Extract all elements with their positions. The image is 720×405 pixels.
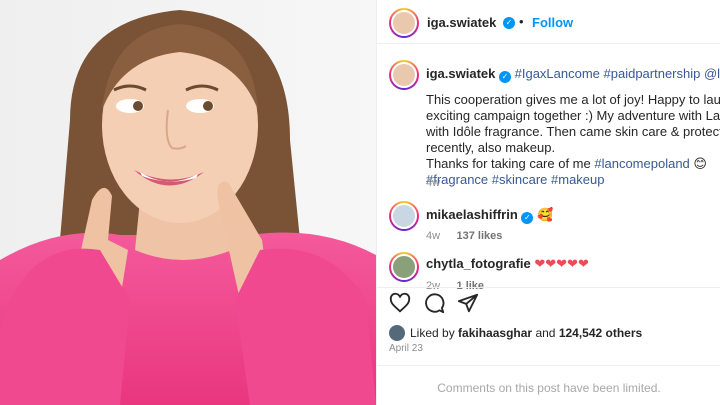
comment-text: ❤❤❤❤❤ xyxy=(534,256,589,271)
verified-badge-icon: ✓ xyxy=(503,17,515,29)
likes-count[interactable]: 124,542 others xyxy=(559,326,642,340)
post-image[interactable] xyxy=(0,0,376,405)
divider xyxy=(377,287,720,288)
post-details-panel: iga.swiatek ✓ • Follow iga.swiatek ✓ #Ig… xyxy=(376,0,720,405)
divider xyxy=(377,365,720,366)
comment-age[interactable]: 2w xyxy=(426,280,440,292)
caption-line: exciting campaign together :) My adventu… xyxy=(426,108,720,123)
author-username[interactable]: iga.swiatek xyxy=(427,15,496,30)
caption-line: recently, also makeup. xyxy=(426,140,556,155)
comment-icon[interactable] xyxy=(423,292,447,316)
comment-meta: 4w 137 likes xyxy=(426,226,502,244)
comment-likes[interactable]: 137 likes xyxy=(457,230,503,242)
caption-author-avatar[interactable] xyxy=(389,60,419,90)
heart-icon[interactable] xyxy=(389,292,413,316)
share-icon[interactable] xyxy=(457,292,481,316)
verified-badge-icon: ✓ xyxy=(499,71,511,83)
caption-header: iga.swiatek ✓ #IgaxLancome #paidpartners… xyxy=(426,66,720,83)
comment-username[interactable]: chytla_fotografie xyxy=(426,256,531,271)
caption-thanks-line: Thanks for taking care of me #lancomepol… xyxy=(426,156,720,172)
post-header: iga.swiatek ✓ • Follow xyxy=(377,0,720,44)
liker-username[interactable]: fakihaasghar xyxy=(458,326,532,340)
comments-limited-notice: Comments on this post have been limited. xyxy=(437,381,661,395)
comment-avatar[interactable] xyxy=(389,252,419,282)
comment-likes[interactable]: 1 like xyxy=(457,280,485,292)
liker-avatar[interactable] xyxy=(389,325,405,341)
caption-text: This cooperation gives me a lot of joy! … xyxy=(426,92,720,188)
comment-age[interactable]: 4w xyxy=(426,230,440,242)
author-avatar[interactable] xyxy=(389,8,419,38)
caption-line: with Idôle fragrance. Then came skin car… xyxy=(426,124,720,139)
hashtags-line[interactable]: #fragrance #skincare #makeup xyxy=(426,172,720,188)
likes-prefix: Liked by xyxy=(410,326,455,340)
post-date[interactable]: April 23 xyxy=(389,343,423,354)
thanks-text: Thanks for taking care of me xyxy=(426,156,591,171)
likes-summary: Liked by fakihaasghar and 124,542 others xyxy=(410,326,642,340)
caption-line: This cooperation gives me a lot of joy! … xyxy=(426,92,720,107)
verified-badge-icon: ✓ xyxy=(521,212,534,224)
comment-username[interactable]: mikaelashiffrin xyxy=(426,207,518,222)
follow-button[interactable]: Follow xyxy=(532,15,573,30)
separator-dot: • xyxy=(519,14,524,29)
hashtag-link[interactable]: #lancomepoland xyxy=(594,156,689,171)
comment-avatar[interactable] xyxy=(389,201,419,231)
caption-timestamp[interactable]: 4w xyxy=(426,177,440,189)
smile-emoji: 😊 xyxy=(693,156,707,171)
caption-tags[interactable]: #IgaxLancome #paidpartnership @lancomeof… xyxy=(515,66,720,81)
comment-row: chytla_fotografie ❤❤❤❤❤ xyxy=(426,256,589,272)
likes-and: and xyxy=(535,326,556,340)
post-photo-illustration xyxy=(0,0,376,405)
comment-text: 🥰 xyxy=(537,207,554,222)
comment-row: mikaelashiffrin ✓ 🥰 xyxy=(426,207,553,224)
post-actions xyxy=(389,292,481,316)
caption-username[interactable]: iga.swiatek xyxy=(426,66,495,81)
